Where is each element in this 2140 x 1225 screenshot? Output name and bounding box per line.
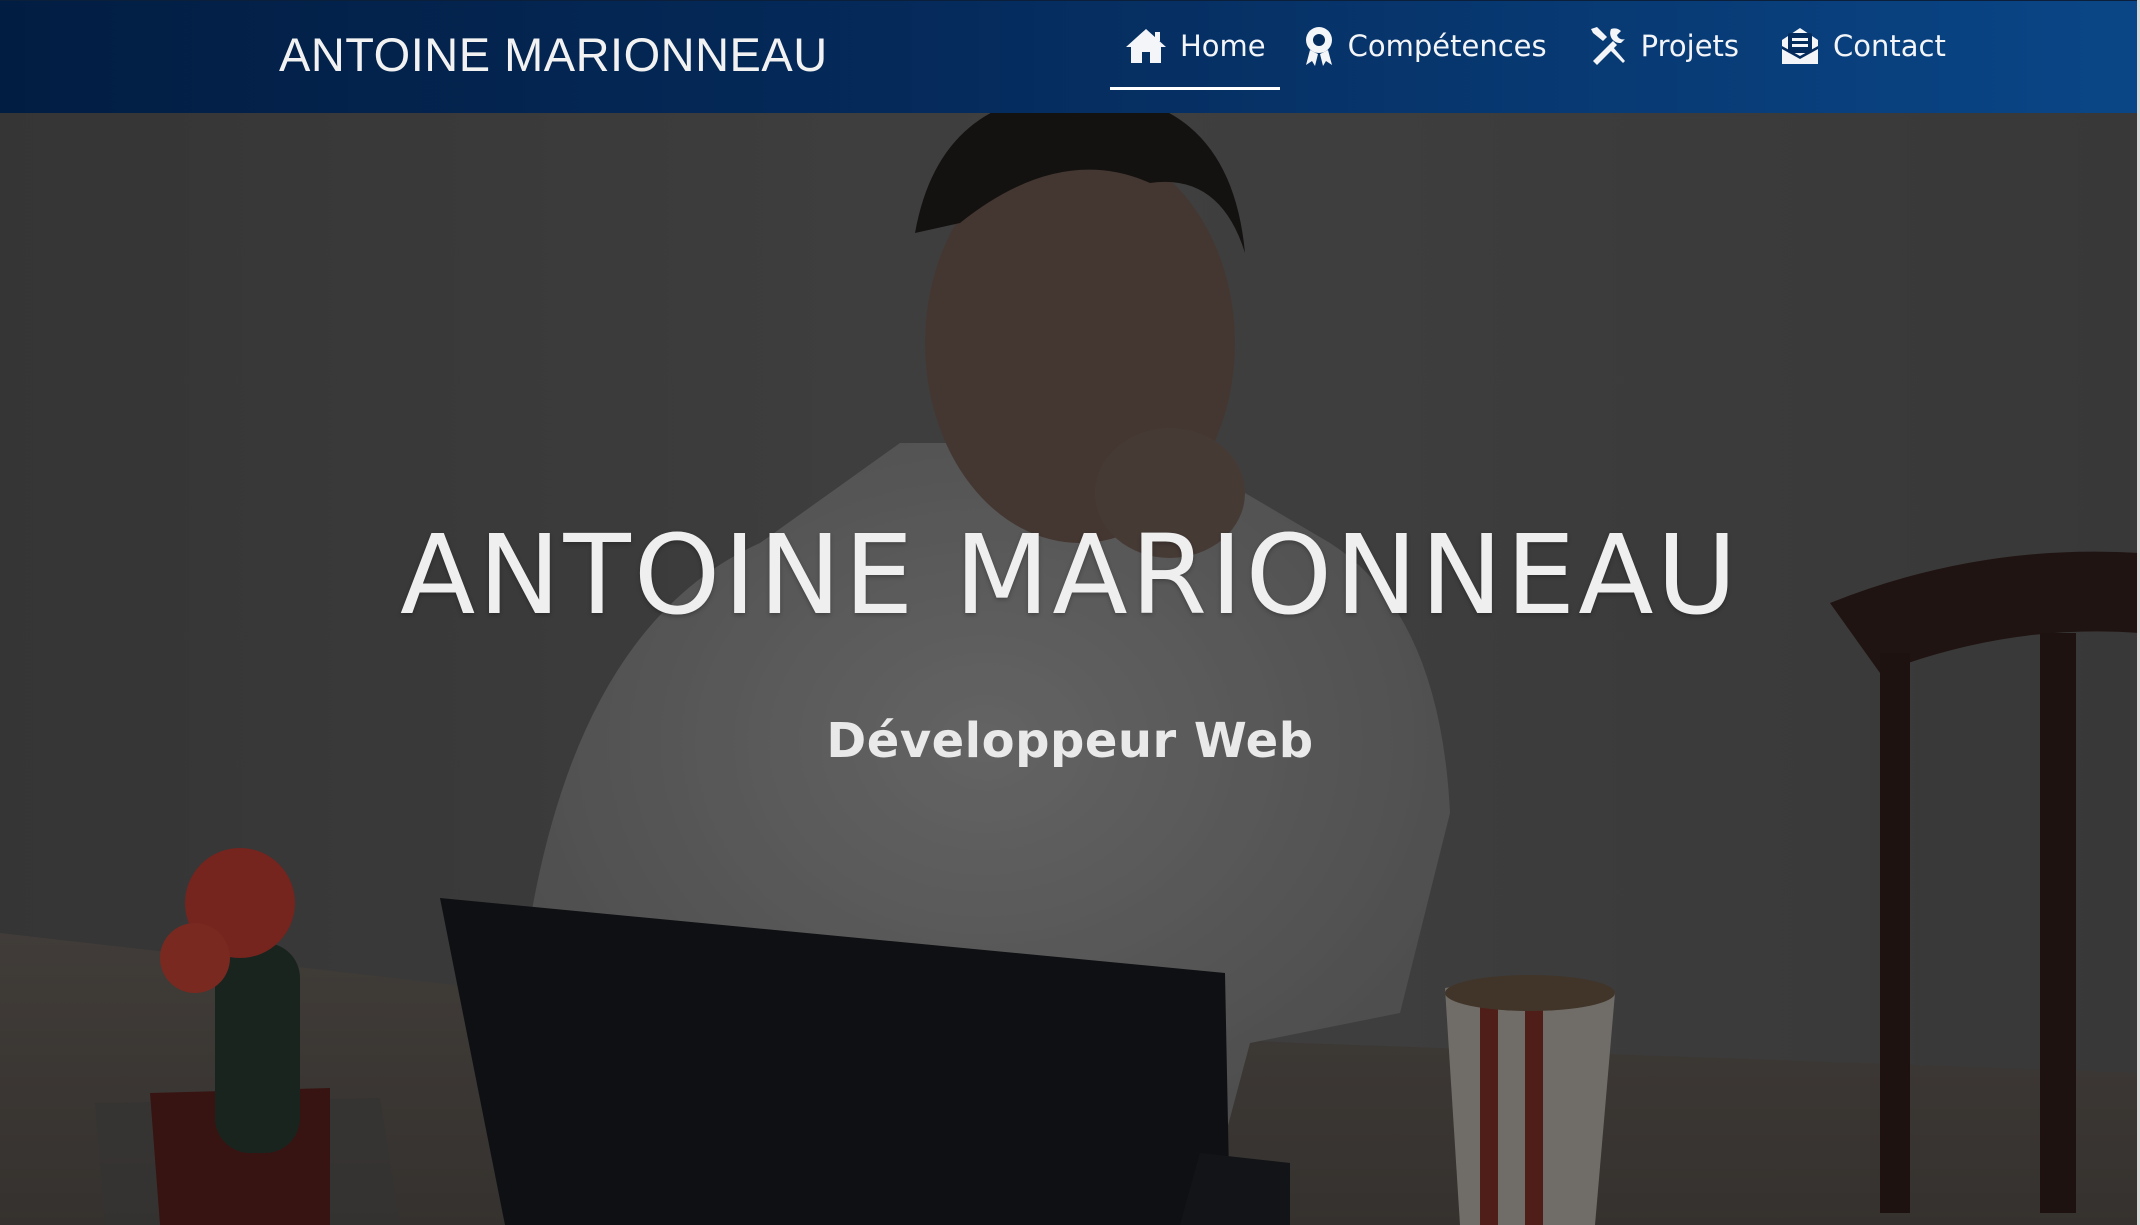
tools-icon [1587,25,1629,67]
nav-item-label: Home [1180,29,1266,63]
nav-item-projets[interactable]: Projets [1573,1,1753,91]
hero-section: ANTOINE MARIONNEAU Développeur Web [0,113,2140,1225]
nav-item-contact[interactable]: Contact [1765,1,1960,91]
envelope-icon [1779,26,1821,66]
nav-item-competences[interactable]: Compétences [1288,1,1561,91]
brand-logo-link[interactable]: ANTOINE MARIONNEAU [279,27,828,82]
nav-item-label: Compétences [1347,29,1547,63]
award-icon [1302,25,1336,67]
hero-dark-overlay [0,113,2140,1225]
main-navigation: Home Compétences Projets Contact [1110,1,1960,114]
nav-item-label: Contact [1833,29,1946,63]
nav-item-label: Projets [1640,29,1740,63]
hero-subtitle: Développeur Web [826,713,1314,769]
home-icon [1124,27,1168,65]
top-navbar: ANTOINE MARIONNEAU Home Compétences Proj… [0,0,2140,113]
nav-item-home[interactable]: Home [1110,1,1280,91]
hero-title: ANTOINE MARIONNEAU [400,511,1740,639]
